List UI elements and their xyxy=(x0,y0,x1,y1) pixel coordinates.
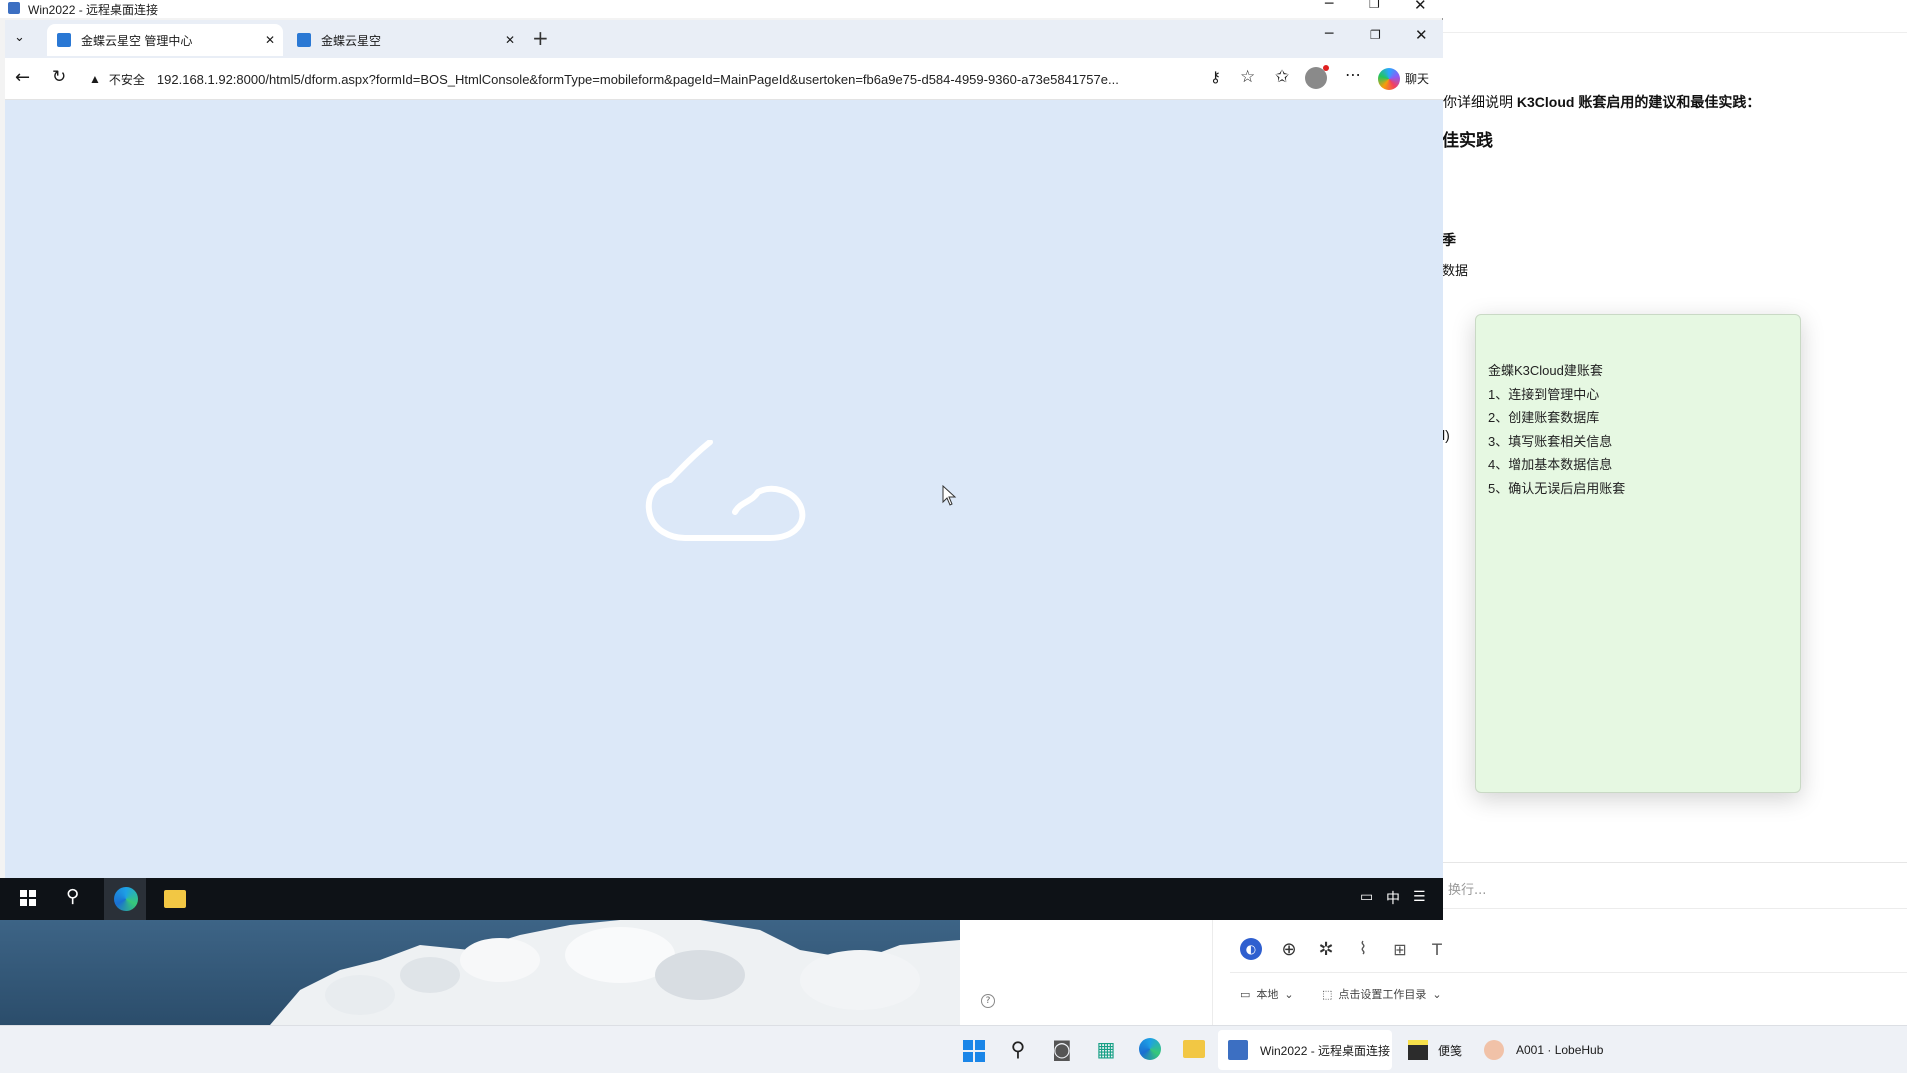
ime-indicator[interactable]: 中 xyxy=(1386,888,1400,908)
chat-fragment: 季 xyxy=(1442,232,1456,248)
rdp-app-icon xyxy=(8,2,20,14)
workdir-label: 点击设置工作目录 xyxy=(1338,988,1427,1001)
rdp-window[interactable]: Win2022 - 远程桌面连接 ─ ❐ ✕ ⌄ 金蝶云星空 管理中心 ✕ 金蝶… xyxy=(0,0,1443,920)
restore-icon[interactable]: ❐ xyxy=(1369,0,1380,11)
file-explorer-icon[interactable] xyxy=(1181,1036,1207,1062)
remote-taskbar: ⚲ ▭ 中 ☰ xyxy=(0,878,1443,920)
close-icon[interactable]: ✕ xyxy=(1414,0,1427,14)
host-taskbar: ⚲ ◙ ▦ Win2022 - 远程桌面连接 便笺 A001 · LobeHub xyxy=(0,1025,1907,1073)
folder-dashed-icon: ⬚ xyxy=(1322,987,1333,1001)
camera-icon[interactable]: ◙ xyxy=(1049,1036,1075,1062)
attach-icon[interactable]: ⌇ xyxy=(1352,938,1374,960)
browser-minimize-icon[interactable]: ─ xyxy=(1325,26,1333,42)
browser-restore-icon[interactable]: ❐ xyxy=(1370,28,1381,42)
rdp-app-icon xyxy=(1228,1040,1248,1060)
address-bar[interactable]: ▲ 不安全 192.168.1.92:8000/html5/dform.aspx… xyxy=(85,64,1233,94)
sticky-notes-icon xyxy=(1408,1040,1428,1060)
note-item: 4、增加基本数据信息 xyxy=(1488,457,1613,472)
windows-start-icon[interactable] xyxy=(963,1040,985,1062)
chevron-down-icon: ⌄ xyxy=(1432,987,1442,1001)
taskbar-lobehub-button[interactable]: A001 · LobeHub xyxy=(1480,1030,1640,1070)
sticky-note[interactable]: 金蝶K3Cloud建账套 1、连接到管理中心 2、创建账套数据库 3、填写账套相… xyxy=(1475,314,1801,793)
note-title: 金蝶K3Cloud建账套 xyxy=(1488,363,1603,378)
text-format-icon[interactable]: T xyxy=(1426,938,1448,960)
model-icon[interactable]: ◐ xyxy=(1240,938,1262,960)
minimize-icon[interactable]: ─ xyxy=(1325,0,1333,12)
lobehub-header xyxy=(1440,0,1907,33)
store-icon[interactable]: ▦ xyxy=(1093,1036,1119,1062)
lobehub-avatar-icon xyxy=(1484,1040,1504,1060)
new-tab-icon[interactable]: + xyxy=(532,26,549,50)
edge-icon[interactable] xyxy=(1137,1036,1163,1062)
browser-toolbar: ← ↻ ▲ 不安全 192.168.1.92:8000/html5/dform.… xyxy=(5,58,1443,100)
chat-input[interactable]: 换行... xyxy=(1448,879,1486,898)
chat-fragment: l) xyxy=(1442,427,1450,443)
warning-icon: ▲ xyxy=(89,72,101,86)
desktop-wallpaper xyxy=(0,920,960,1025)
tab-management-center[interactable]: 金蝶云星空 管理中心 ✕ xyxy=(47,24,283,56)
chat-toolbar-area: ? ◐ ⊕ ✲ ⌇ ⊞ T ▭ 本地 ⌄ ⬚ 点击设置工作目录 ⌄ xyxy=(960,920,1907,1025)
tab-label: 金蝶云星空 管理中心 xyxy=(81,33,193,48)
file-explorer-icon[interactable] xyxy=(164,890,186,908)
taskbar-notes-label: 便笺 xyxy=(1438,1043,1463,1058)
back-icon[interactable]: ← xyxy=(15,67,30,88)
favorites-list-icon[interactable]: ✩ xyxy=(1275,67,1289,87)
page-loading-area xyxy=(5,100,1443,878)
search-icon[interactable]: ⚲ xyxy=(1005,1036,1031,1062)
chat-fragment: 数据 xyxy=(1442,263,1469,278)
blocks-icon[interactable]: ⊞ xyxy=(1389,938,1411,960)
chat-heading: 佳实践 xyxy=(1442,131,1493,150)
local-selector[interactable]: ▭ 本地 ⌄ xyxy=(1240,986,1294,1002)
monitor-icon: ▭ xyxy=(1240,987,1251,1001)
tab-actions-chevron-icon[interactable]: ⌄ xyxy=(14,30,25,45)
help-icon[interactable]: ? xyxy=(981,994,995,1008)
security-label: 不安全 xyxy=(108,72,145,87)
cloud-loading-icon xyxy=(645,440,806,541)
mouse-cursor-icon xyxy=(942,485,957,506)
favorite-star-icon[interactable]: ☆ xyxy=(1240,67,1255,87)
wallpaper-image xyxy=(0,920,960,1025)
local-label: 本地 xyxy=(1256,988,1279,1001)
windows-start-icon[interactable] xyxy=(20,890,36,906)
search-icon[interactable]: ⚲ xyxy=(66,886,79,907)
kingdee-favicon-icon xyxy=(57,33,71,47)
note-item: 1、连接到管理中心 xyxy=(1488,386,1600,402)
network-icon[interactable]: ▭ xyxy=(1360,889,1373,905)
chat-text-bold: K3Cloud 账套启用的建议和最佳实践： xyxy=(1516,94,1761,110)
taskbar-notes-button[interactable]: 便笺 xyxy=(1404,1030,1474,1070)
copilot-icon[interactable] xyxy=(1378,68,1400,90)
more-icon[interactable]: ⋯ xyxy=(1345,65,1361,84)
copilot-label: 聊天 xyxy=(1405,72,1430,86)
browser-tab-bar: ⌄ 金蝶云星空 管理中心 ✕ 金蝶云星空 ✕ + ─ ❐ ✕ xyxy=(5,20,1443,58)
chat-text: 你详细说明 xyxy=(1443,94,1517,110)
tab-close-icon[interactable]: ✕ xyxy=(265,33,275,47)
workdir-selector[interactable]: ⬚ 点击设置工作目录 ⌄ xyxy=(1322,986,1442,1002)
chevron-down-icon: ⌄ xyxy=(1284,987,1294,1001)
rdp-title-bar[interactable]: Win2022 - 远程桌面连接 ─ ❐ ✕ xyxy=(0,0,1443,18)
tab-label: 金蝶云星空 xyxy=(321,33,382,48)
taskbar-rdp-label: Win2022 - 远程桌面连接 xyxy=(1260,1043,1391,1058)
kingdee-favicon-icon xyxy=(297,33,311,47)
notification-icon[interactable]: ☰ xyxy=(1413,889,1426,905)
note-item: 5、确认无误后启用账套 xyxy=(1488,480,1626,496)
tab-kingdee[interactable]: 金蝶云星空 ✕ xyxy=(287,24,523,56)
profile-badge xyxy=(1323,65,1329,71)
browser-close-icon[interactable]: ✕ xyxy=(1415,26,1428,44)
rdp-title: Win2022 - 远程桌面连接 xyxy=(28,3,159,17)
key-icon[interactable]: ⚷ xyxy=(1210,68,1221,86)
url-text[interactable]: 192.168.1.92:8000/html5/dform.aspx?formI… xyxy=(157,72,1197,87)
edge-icon xyxy=(114,887,138,911)
plugin-icon[interactable]: ✲ xyxy=(1315,938,1337,960)
note-item: 2、创建账套数据库 xyxy=(1488,410,1600,425)
chat-message-line: 你详细说明 K3Cloud 账套启用的建议和最佳实践： xyxy=(1443,92,1760,112)
tab-close-icon[interactable]: ✕ xyxy=(505,33,515,47)
globe-icon[interactable]: ⊕ xyxy=(1278,938,1300,960)
note-item: 3、填写账套相关信息 xyxy=(1488,433,1613,449)
refresh-icon[interactable]: ↻ xyxy=(52,67,66,87)
taskbar-lobehub-label: A001 · LobeHub xyxy=(1516,1043,1604,1057)
taskbar-rdp-button[interactable]: Win2022 - 远程桌面连接 xyxy=(1218,1030,1392,1070)
